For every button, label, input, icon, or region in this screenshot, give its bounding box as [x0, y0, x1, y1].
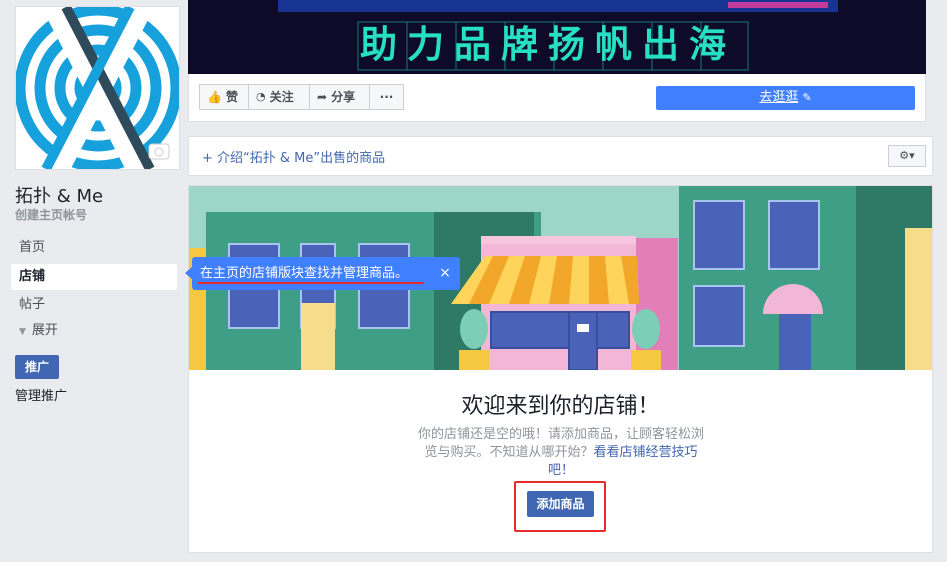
- follow-button[interactable]: ◔ 关注: [248, 84, 310, 110]
- more-button[interactable]: ···: [369, 84, 404, 110]
- shop-description: 你的店铺还是空的哦！请添加商品，让顾客轻松浏览与购买。不知道从哪开始？看看店铺经…: [415, 426, 707, 480]
- close-icon[interactable]: ×: [438, 265, 452, 281]
- visit-shop-button[interactable]: 去逛逛 ✎: [656, 86, 915, 110]
- like-label: 赞: [225, 90, 238, 104]
- pencil-icon: ✎: [802, 91, 812, 104]
- highlight-underline: [198, 282, 424, 284]
- caret-down-icon: ▼: [19, 327, 26, 337]
- expand-label: 展开: [31, 323, 58, 338]
- manage-promotions-link[interactable]: 管理推广: [15, 385, 67, 404]
- visit-label: 去逛逛: [759, 90, 799, 105]
- share-arrow-icon: ➦: [317, 90, 328, 104]
- shop-welcome-title: 欢迎来到你的店铺！: [461, 394, 660, 419]
- cover-slogan: 助力品牌扬帆出海: [360, 23, 736, 66]
- rss-icon: ◔: [256, 90, 266, 103]
- tooltip-text: 在主页的店铺版块查找并管理商品。: [200, 266, 409, 281]
- sidebar-item-shop[interactable]: 店铺: [11, 264, 177, 290]
- page-name[interactable]: 拓扑 & Me: [15, 182, 103, 208]
- create-username-link[interactable]: 创建主页帐号: [15, 206, 87, 223]
- sidebar-item-home[interactable]: 首页: [11, 235, 177, 261]
- brand-logo: [16, 7, 179, 169]
- shop-tooltip: 在主页的店铺版块查找并管理商品。: [192, 257, 460, 290]
- sidebar-item-expand[interactable]: ▼ 展开: [11, 318, 177, 344]
- share-button[interactable]: ➦ 分享: [309, 84, 370, 110]
- thumbs-up-icon: 👍: [207, 90, 222, 104]
- share-label: 分享: [331, 90, 356, 104]
- intro-products-link[interactable]: + 介绍“拓扑 & Me”出售的商品: [202, 147, 385, 166]
- promote-button[interactable]: 推广: [15, 355, 59, 379]
- settings-gear-button[interactable]: ⚙▾: [888, 145, 926, 167]
- like-button[interactable]: 👍 赞: [199, 84, 249, 110]
- profile-picture[interactable]: [15, 6, 180, 170]
- add-product-button[interactable]: 添加商品: [527, 491, 594, 517]
- gear-icon: ⚙▾: [899, 149, 915, 162]
- cover-photo[interactable]: 助力品牌扬帆出海: [188, 0, 926, 74]
- follow-label: 关注: [269, 90, 294, 104]
- more-dots-icon: ···: [379, 90, 394, 104]
- sidebar-item-posts[interactable]: 帖子: [11, 292, 177, 318]
